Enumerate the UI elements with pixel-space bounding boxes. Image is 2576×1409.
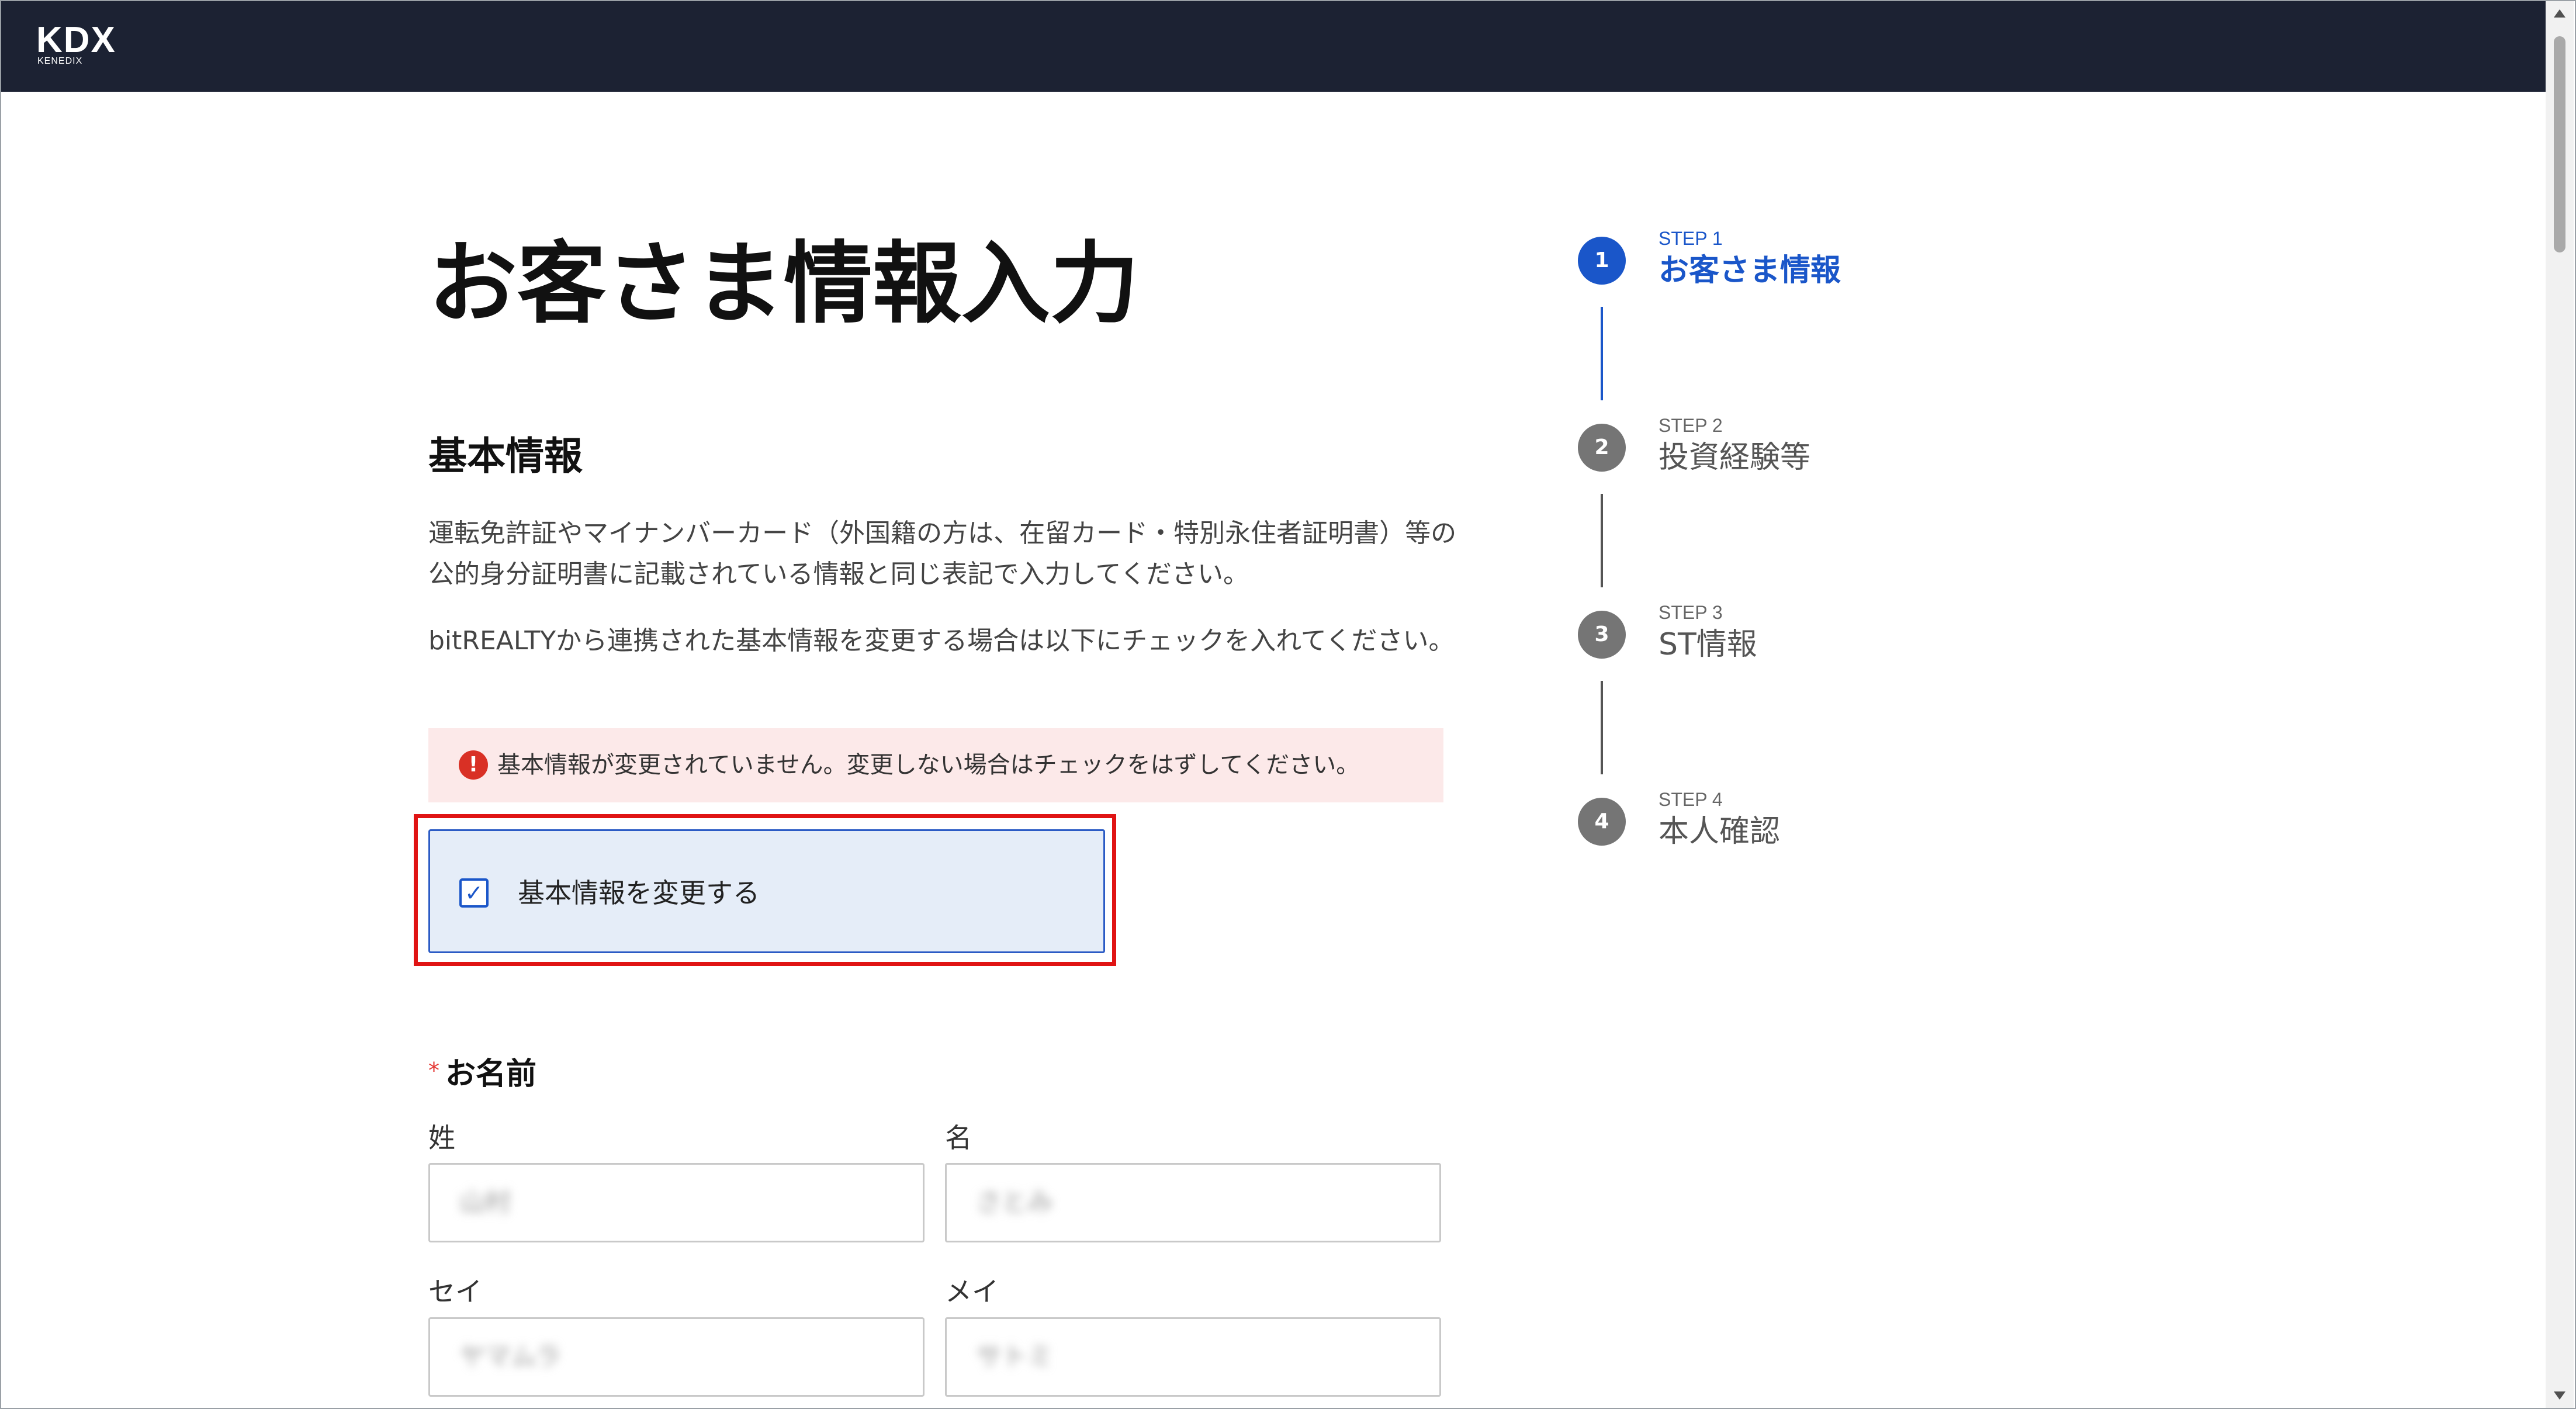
kdx-logo[interactable]: KDX KENEDIX bbox=[36, 22, 116, 67]
error-icon: ! bbox=[459, 750, 488, 780]
step-2-circle: 2 bbox=[1578, 424, 1626, 472]
step-connector-1 bbox=[1601, 307, 1603, 400]
step-2-name: 投資経験等 bbox=[1659, 440, 1811, 475]
section-title: 基本情報 bbox=[428, 433, 583, 479]
step-1-name: お客さま情報 bbox=[1659, 253, 1841, 288]
last-name-input[interactable]: 山村 bbox=[428, 1163, 925, 1242]
last-name-kana-value: ヤマムラ bbox=[459, 1342, 561, 1372]
step-1-circle: 1 bbox=[1578, 237, 1626, 285]
change-instruction-text: bitREALTYから連携された基本情報を変更する場合は以下にチェックを入れてく… bbox=[428, 626, 1455, 656]
header-bar: KDX KENEDIX bbox=[1, 1, 2546, 92]
last-name-value: 山村 bbox=[459, 1188, 511, 1217]
error-alert: ! 基本情報が変更されていません。変更しない場合はチェックをはずしてください。 bbox=[428, 728, 1443, 802]
name-field-title-text: お名前 bbox=[445, 1057, 537, 1092]
first-name-kana-label: メイ bbox=[945, 1276, 999, 1307]
checkbox-label[interactable]: 基本情報を変更する bbox=[518, 873, 760, 913]
first-name-kana-value: サトミ bbox=[976, 1342, 1053, 1372]
step-connector-3 bbox=[1601, 681, 1603, 774]
step-3-name: ST情報 bbox=[1659, 627, 1757, 662]
step-4-name: 本人確認 bbox=[1659, 814, 1781, 849]
alert-text: 基本情報が変更されていません。変更しない場合はチェックをはずしてください。 bbox=[497, 752, 1360, 778]
vertical-scrollbar[interactable] bbox=[2546, 1, 2574, 1408]
step-2-label: STEP 2 bbox=[1659, 415, 1723, 436]
instruction-text: 運転免許証やマイナンバーカード（外国籍の方は、在留カード・特別永住者証明書）等の… bbox=[428, 518, 1457, 589]
step-4-label: STEP 4 bbox=[1659, 789, 1723, 810]
first-name-kana-input[interactable]: サトミ bbox=[945, 1317, 1441, 1397]
change-basic-info-checkbox[interactable]: ✓ bbox=[459, 878, 489, 908]
last-name-kana-label: セイ bbox=[428, 1276, 482, 1307]
last-name-kana-input[interactable]: ヤマムラ bbox=[428, 1317, 925, 1397]
step-4-circle: 4 bbox=[1578, 798, 1626, 846]
scroll-down-arrow-icon[interactable] bbox=[2554, 1391, 2565, 1400]
change-basic-info-checkbox-card[interactable]: ✓ 基本情報を変更する bbox=[428, 829, 1105, 953]
scrollbar-thumb[interactable] bbox=[2554, 36, 2565, 252]
first-name-value: さとみ bbox=[976, 1188, 1053, 1217]
first-name-input[interactable]: さとみ bbox=[945, 1163, 1441, 1242]
scroll-up-arrow-icon[interactable] bbox=[2554, 9, 2565, 18]
step-3-label: STEP 3 bbox=[1659, 602, 1723, 623]
last-name-label: 姓 bbox=[428, 1122, 455, 1154]
first-name-label: 名 bbox=[945, 1122, 972, 1154]
logo-main-text: KDX bbox=[36, 20, 116, 60]
step-connector-2 bbox=[1601, 494, 1603, 587]
step-1-label: STEP 1 bbox=[1659, 228, 1723, 249]
name-field-title: * お名前 bbox=[428, 1047, 536, 1098]
page-title: お客さま情報入力 bbox=[428, 231, 1139, 335]
step-3-circle: 3 bbox=[1578, 611, 1626, 659]
required-mark: * bbox=[428, 1058, 439, 1083]
